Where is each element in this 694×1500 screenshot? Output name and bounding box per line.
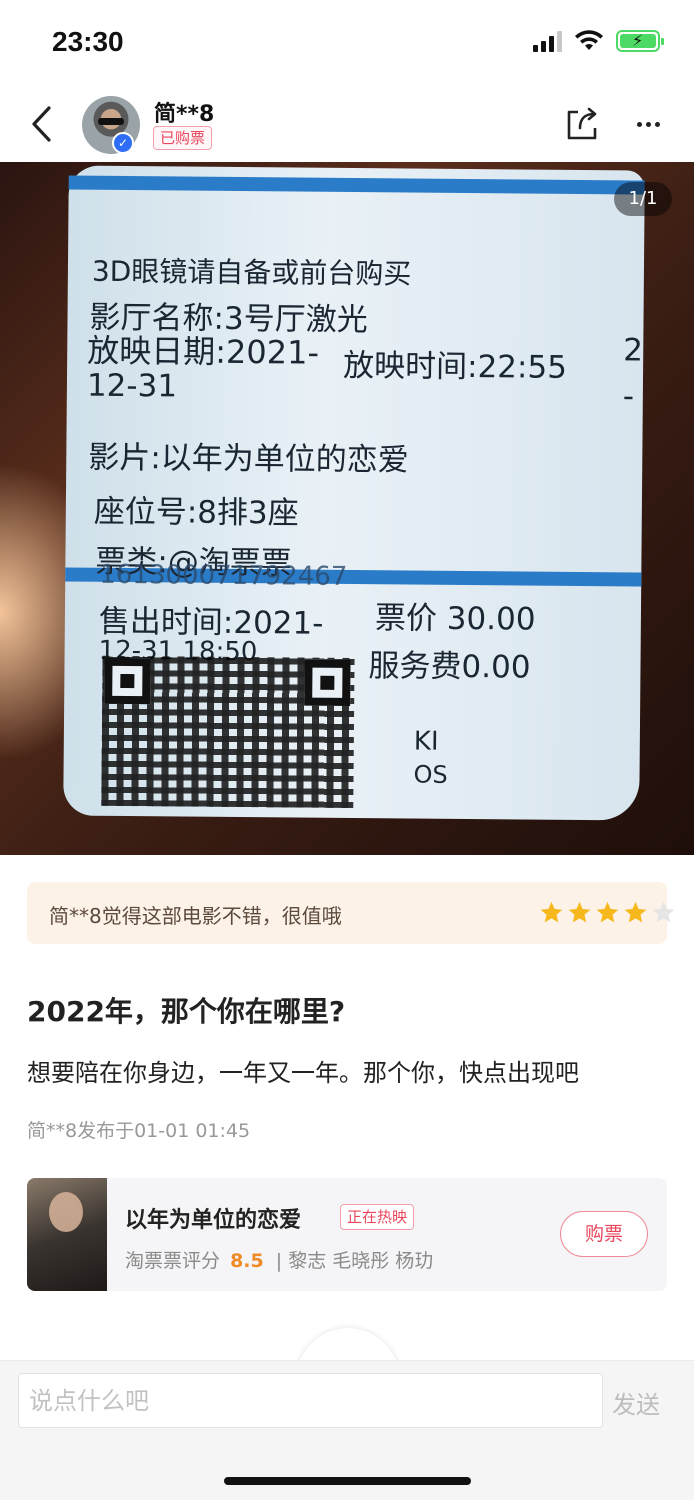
ticket-line: OS	[413, 760, 448, 789]
bought-ticket-badge: 已购票	[153, 126, 213, 150]
ticket-line: KI	[413, 726, 439, 757]
wifi-icon	[575, 30, 603, 50]
ticket-line: 2	[623, 332, 644, 369]
home-indicator[interactable]	[224, 1477, 471, 1485]
back-button[interactable]	[20, 102, 64, 146]
send-button[interactable]: 发送	[612, 1385, 660, 1420]
now-showing-badge: 正在热映	[340, 1204, 415, 1230]
comment-input[interactable]	[18, 1373, 603, 1428]
ticket-line: 1613000717924​67	[99, 559, 348, 592]
status-bar: 23:30 ⚡	[0, 0, 694, 88]
status-time: 23:30	[52, 26, 124, 57]
ticket-line: -	[622, 378, 635, 415]
back-chevron-icon	[32, 106, 51, 142]
star-filled-icon	[596, 901, 619, 923]
share-icon	[567, 107, 597, 140]
buy-ticket-button[interactable]: 购票	[560, 1211, 648, 1257]
username[interactable]: 简**8	[154, 96, 214, 128]
rating-banner: 简**8觉得这部电影不错，很值哦	[27, 882, 675, 944]
star-empty-icon	[652, 901, 675, 923]
ticket-line: 放映日期:2021-	[87, 331, 320, 372]
star-filled-icon	[568, 901, 591, 923]
status-icons: ⚡	[533, 30, 664, 52]
ticket-line: 3D眼镜请自备或前台购买	[91, 254, 412, 291]
verified-icon: ✓	[112, 132, 134, 154]
photo-counter: 1/1	[614, 182, 672, 216]
post-title: 2022年，那个你在哪里?	[27, 995, 346, 1028]
post-photo[interactable]: 3D眼镜请自备或前台购买 影厅名称:3号厅激光 放映日期:2021- 12-31…	[0, 162, 694, 855]
ticket-line: 座位号:8排3座	[93, 493, 299, 532]
movie-poster[interactable]	[27, 1178, 107, 1291]
movie-meta: 淘票票评分 8.5 | 黎志 毛晓彤 杨玏	[125, 1246, 433, 1273]
movie-card[interactable]: 以年为单位的恋爱 正在热映 淘票票评分 8.5 | 黎志 毛晓彤 杨玏 购票	[27, 1178, 667, 1291]
ticket-line: 票价 30.00	[374, 600, 536, 638]
movie-cast: | 黎志 毛晓彤 杨玏	[275, 1250, 434, 1272]
ticket-image: 3D眼镜请自备或前台购买 影厅名称:3号厅激光 放映日期:2021- 12-31…	[63, 165, 645, 821]
ticket-line: 影片:以年为单位的恋爱	[88, 439, 409, 479]
more-button[interactable]	[628, 104, 668, 144]
rating-text: 简**8觉得这部电影不错，很值哦	[49, 904, 342, 928]
movie-score: 8.5	[230, 1250, 264, 1272]
score-label: 淘票票评分	[125, 1250, 221, 1272]
post-meta: 简**8发布于01-01 01:45	[27, 1120, 251, 1142]
post-body: 想要陪在你身边，一年又一年。那个你，快点出现吧	[27, 1059, 579, 1087]
share-button[interactable]	[562, 104, 602, 144]
star-filled-icon	[624, 901, 647, 923]
comment-bar: 发送	[0, 1360, 694, 1500]
ticket-line: 12-31	[86, 367, 178, 405]
ticket-line: 放映时间:22:55	[342, 347, 568, 386]
cellular-signal-icon	[533, 30, 562, 52]
star-rating	[539, 900, 676, 925]
post-header: ✓ 简**8 已购票	[0, 88, 694, 162]
battery-icon: ⚡	[616, 30, 664, 52]
ticket-line: 服务费0.00	[368, 648, 531, 686]
more-dots-icon	[636, 121, 642, 127]
movie-title: 以年为单位的恋爱	[125, 1208, 302, 1233]
star-filled-icon	[540, 901, 563, 923]
